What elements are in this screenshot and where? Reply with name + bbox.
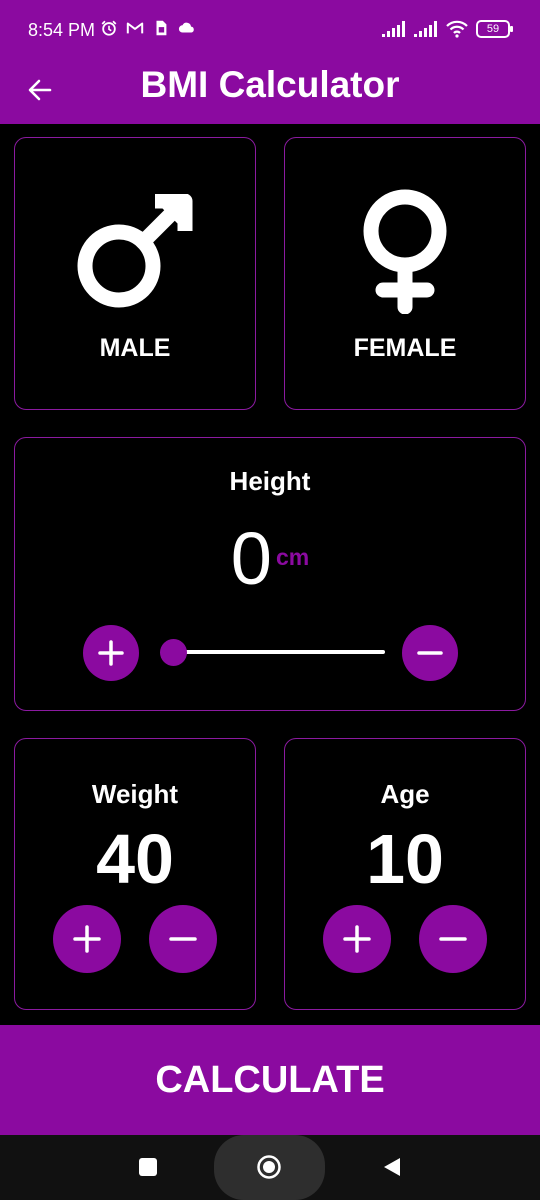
weight-decrement-button[interactable] — [149, 905, 217, 973]
height-value: 0 — [230, 517, 272, 600]
age-title: Age — [380, 779, 430, 809]
height-title: Height — [229, 466, 311, 496]
gmail-icon — [126, 22, 144, 34]
age-increment-button[interactable] — [323, 905, 391, 973]
minus-icon — [417, 651, 443, 655]
age-card: Age 10 — [284, 738, 526, 1010]
sim-icon — [156, 20, 167, 36]
page-title: BMI Calculator — [140, 64, 400, 105]
back-nav-button[interactable] — [372, 1147, 412, 1187]
battery-icon: 59 — [476, 20, 513, 38]
male-card[interactable]: MALE — [14, 137, 256, 410]
minus-icon — [439, 937, 467, 941]
plus-icon — [73, 925, 101, 953]
signal-icon — [414, 21, 437, 37]
alarm-icon — [101, 20, 117, 36]
height-slider-track[interactable] — [173, 650, 385, 654]
home-button[interactable] — [249, 1147, 289, 1187]
height-increment-button[interactable] — [83, 625, 139, 681]
height-value-row: 0 cm — [15, 516, 525, 601]
weight-title: Weight — [91, 779, 179, 809]
height-decrement-button[interactable] — [402, 625, 458, 681]
height-unit: cm — [275, 544, 310, 570]
status-bar: 8:54 PM 59 — [0, 0, 540, 62]
weight-value: 40 — [96, 820, 174, 898]
minus-icon — [169, 937, 197, 941]
status-time: 8:54 PM — [28, 20, 96, 40]
status-icons-right: 59 — [382, 20, 513, 38]
signal-icon — [382, 21, 405, 37]
recents-icon — [139, 1158, 157, 1176]
back-triangle-icon — [384, 1158, 400, 1176]
male-symbol-icon — [77, 194, 193, 308]
height-card: Height 0 cm — [14, 437, 526, 711]
age-value: 10 — [366, 820, 444, 898]
height-slider-thumb[interactable] — [159, 639, 187, 666]
female-card[interactable]: FEMALE — [284, 137, 526, 410]
status-icons-left — [100, 19, 196, 37]
wifi-icon — [446, 20, 468, 38]
plus-icon — [98, 640, 124, 666]
age-decrement-button[interactable] — [419, 905, 487, 973]
male-label: MALE — [99, 334, 171, 362]
home-icon — [257, 1155, 281, 1179]
recents-button[interactable] — [128, 1147, 168, 1187]
nav-bar — [0, 1135, 540, 1200]
cloud-icon — [178, 22, 194, 33]
weight-card: Weight 40 — [14, 738, 256, 1010]
female-label: FEMALE — [353, 334, 457, 362]
app-bar: BMI Calculator — [0, 62, 540, 124]
weight-increment-button[interactable] — [53, 905, 121, 973]
plus-icon — [343, 925, 371, 953]
calculate-button[interactable]: CALCULATE — [0, 1025, 540, 1135]
female-symbol-icon — [363, 189, 447, 314]
